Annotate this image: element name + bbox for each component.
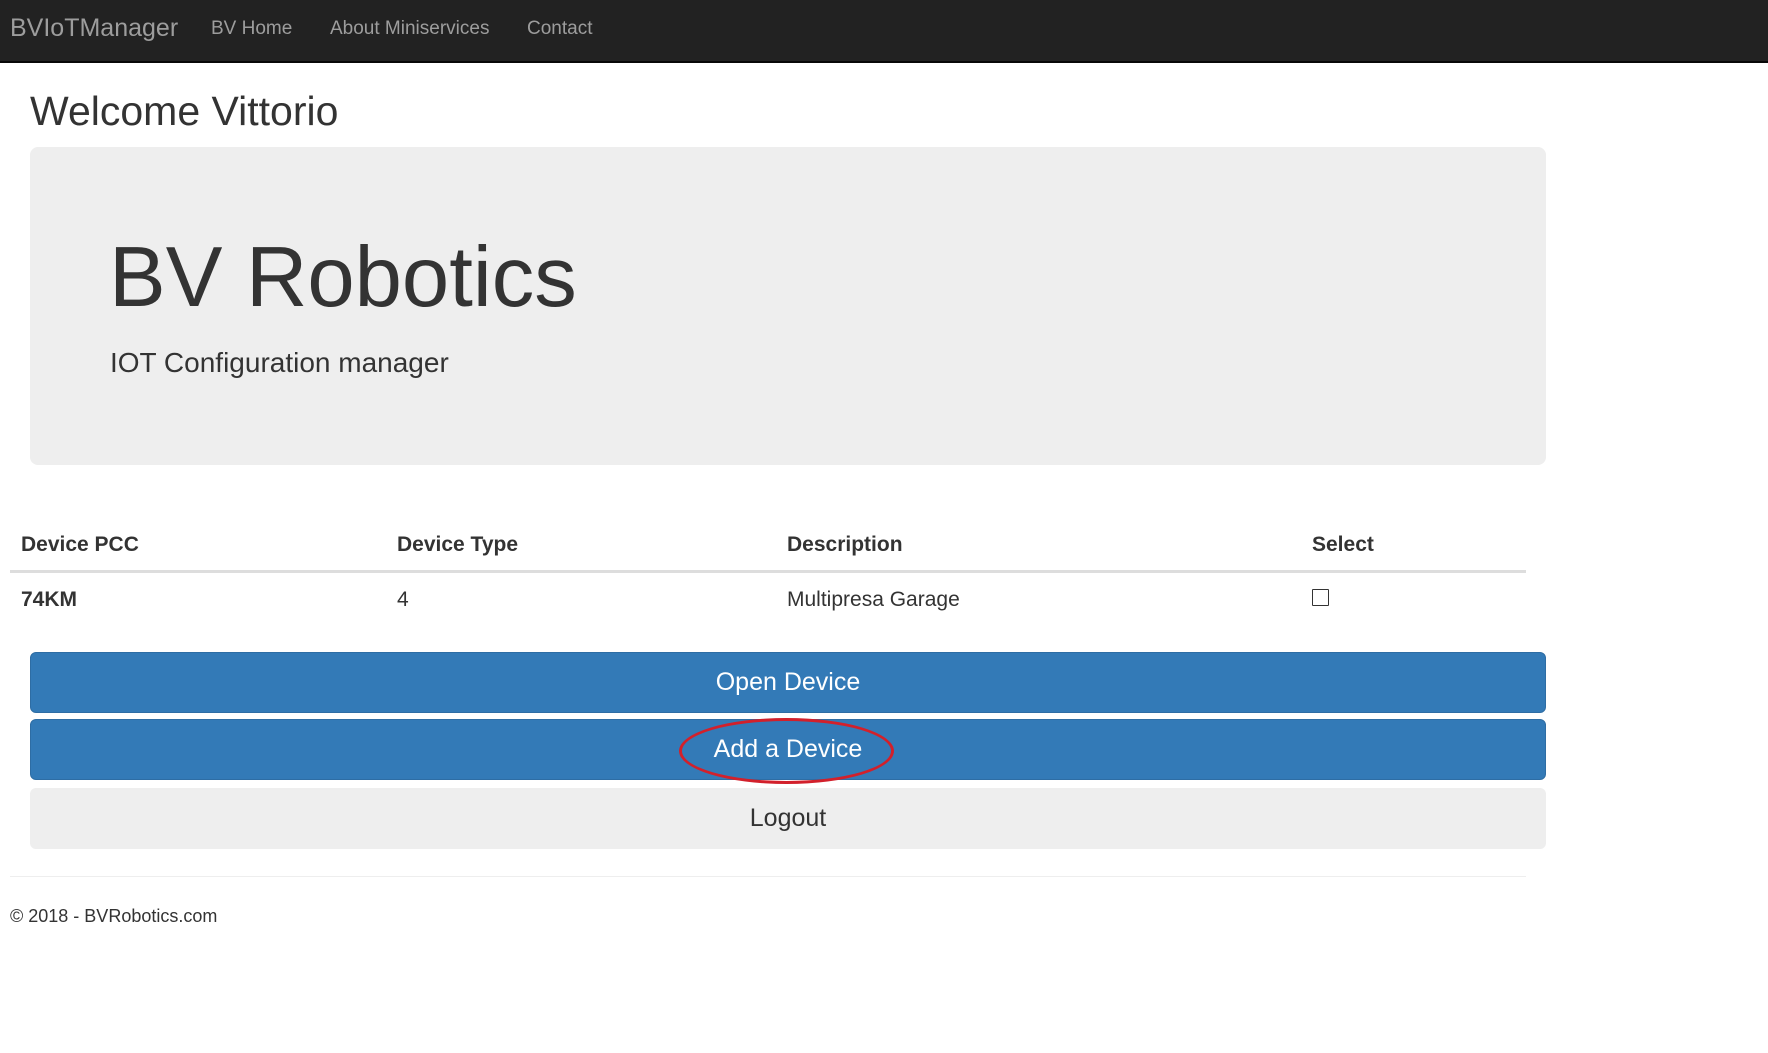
column-header-select: Select xyxy=(1312,533,1374,556)
jumbotron: BV Robotics IOT Configuration manager xyxy=(30,147,1546,465)
cell-device-pcc: 74KM xyxy=(21,588,78,611)
welcome-heading: Welcome Vittorio xyxy=(30,88,339,134)
logout-button[interactable]: Logout xyxy=(30,788,1546,849)
column-header-device-type: Device Type xyxy=(397,533,519,556)
nav-link-bv-home[interactable]: BV Home xyxy=(211,18,292,40)
jumbotron-subtitle: IOT Configuration manager xyxy=(110,347,449,378)
jumbotron-title: BV Robotics xyxy=(109,230,577,325)
nav-link-contact[interactable]: Contact xyxy=(527,18,592,40)
footer-copyright: © 2018 - BVRobotics.com xyxy=(10,906,218,926)
column-header-description: Description xyxy=(787,533,903,556)
brand-link[interactable]: BVIoTManager xyxy=(10,14,178,43)
navbar: BVIoTManager BV Home About Miniservices … xyxy=(0,0,1768,63)
table-header-divider xyxy=(10,570,1526,573)
cell-device-type: 4 xyxy=(397,588,409,611)
column-header-device-pcc: Device PCC xyxy=(21,533,139,556)
add-device-button[interactable]: Add a Device xyxy=(30,719,1546,780)
select-checkbox[interactable] xyxy=(1312,589,1329,606)
cell-description: Multipresa Garage xyxy=(787,588,960,611)
nav-link-about-miniservices[interactable]: About Miniservices xyxy=(330,18,489,40)
footer-divider xyxy=(10,876,1526,877)
open-device-button[interactable]: Open Device xyxy=(30,652,1546,713)
